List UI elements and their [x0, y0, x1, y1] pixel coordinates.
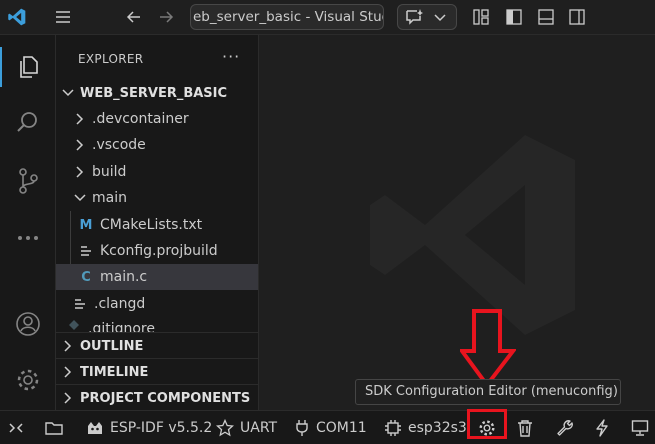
tree-item-gitignore[interactable]: .gitignore — [56, 317, 258, 333]
esp-idf-version-label: ESP-IDF v5.5.2 — [110, 419, 213, 436]
title-bar: eb_server_basic - Visual Studio — [0, 0, 655, 35]
c-file-icon: C — [81, 269, 91, 285]
chevron-right-icon — [60, 338, 76, 354]
more-icon[interactable] — [13, 223, 43, 253]
section-timeline[interactable]: TIMELINE — [56, 359, 258, 385]
chat-button[interactable] — [397, 4, 457, 30]
lightning-icon — [594, 418, 616, 437]
text-file-icon — [78, 243, 94, 259]
command-center-title[interactable]: eb_server_basic - Visual Studio — [190, 4, 384, 30]
search-icon[interactable] — [13, 107, 43, 137]
chevron-right-icon — [72, 111, 88, 127]
tree-item-label: CMakeLists.txt — [100, 217, 203, 233]
tree-item-vscode[interactable]: .vscode — [56, 132, 258, 158]
chevron-down-icon — [434, 12, 446, 22]
manage-gear-icon[interactable] — [13, 365, 43, 395]
monitor-button[interactable] — [631, 411, 655, 444]
tree-item-label: .gitignore — [88, 321, 155, 333]
status-bar: ESP-IDF v5.5.2 UART COM11 esp32s3 — [0, 410, 655, 444]
tree-item-label: Kconfig.projbuild — [100, 243, 218, 259]
toggle-panel-icon[interactable] — [535, 6, 557, 28]
flash-button[interactable] — [594, 411, 616, 444]
section-project-components[interactable]: PROJECT COMPONENTS — [56, 385, 258, 410]
trash-icon — [516, 419, 540, 437]
chevron-right-icon — [60, 364, 76, 380]
workspace-root[interactable]: WEB_SERVER_BASIC — [56, 80, 258, 106]
toggle-primary-sidebar-icon[interactable] — [503, 6, 525, 28]
star-icon — [216, 418, 240, 437]
chevron-right-icon — [60, 390, 76, 406]
chevron-right-icon — [72, 164, 88, 180]
workspace-root-label: WEB_SERVER_BASIC — [80, 85, 228, 101]
tree-item-label: main — [92, 190, 127, 206]
tree-item-clangd[interactable]: .clangd — [56, 291, 258, 317]
tree-item-main-folder[interactable]: main — [56, 185, 258, 211]
tree-item-kconfig[interactable]: Kconfig.projbuild — [56, 238, 258, 264]
full-clean-button[interactable] — [516, 411, 540, 444]
monitor-icon — [631, 419, 655, 437]
active-indicator — [0, 47, 2, 87]
tree-item-label: .vscode — [92, 137, 146, 153]
more-actions-icon[interactable]: ··· — [222, 47, 240, 66]
chevron-down-icon — [72, 190, 88, 206]
wrench-icon — [556, 419, 580, 437]
cmake-file-icon: M — [79, 217, 93, 233]
plug-icon — [294, 419, 316, 437]
serial-port-button[interactable]: COM11 — [294, 411, 367, 444]
chip-icon — [384, 419, 408, 437]
build-button[interactable] — [556, 411, 580, 444]
chevron-right-icon — [72, 137, 88, 153]
copilot-chat-icon — [404, 8, 424, 26]
toggle-secondary-sidebar-icon[interactable] — [566, 6, 588, 28]
red-arrow-annotation-icon — [460, 308, 516, 388]
explorer-title: EXPLORER — [78, 52, 144, 66]
red-highlight-box — [467, 409, 507, 439]
tree-item-label: main.c — [100, 269, 148, 285]
espressif-icon — [86, 420, 110, 436]
vscode-logo-icon — [6, 6, 28, 28]
editor-area[interactable] — [259, 35, 655, 410]
source-control-icon[interactable] — [13, 166, 43, 196]
flash-method-button[interactable]: UART — [216, 411, 277, 444]
tree-item-label: .devcontainer — [92, 111, 189, 127]
section-label: TIMELINE — [80, 364, 149, 380]
hamburger-menu-icon[interactable] — [52, 6, 74, 28]
arrow-right-icon[interactable] — [155, 6, 177, 28]
section-label: OUTLINE — [80, 338, 144, 354]
customize-layout-icon[interactable] — [470, 6, 492, 28]
tree-item-devcontainer[interactable]: .devcontainer — [56, 106, 258, 132]
folder-icon — [45, 420, 69, 436]
esp-idf-version-button[interactable]: ESP-IDF v5.5.2 — [86, 411, 212, 444]
remote-indicator-icon[interactable] — [8, 411, 30, 444]
tree-item-build[interactable]: build — [56, 159, 258, 185]
section-outline[interactable]: OUTLINE — [56, 333, 258, 359]
serial-port-label: COM11 — [316, 419, 367, 436]
target-chip-label: esp32s3 — [408, 419, 467, 436]
flash-method-label: UART — [240, 419, 278, 436]
tree-item-label: build — [92, 164, 127, 180]
activity-bar — [0, 35, 56, 410]
tree-item-label: .clangd — [94, 296, 146, 312]
open-folder-button[interactable] — [45, 411, 69, 444]
explorer-sidebar: EXPLORER ··· WEB_SERVER_BASIC .devcontai… — [56, 35, 259, 410]
explorer-icon[interactable] — [13, 52, 43, 82]
tooltip: SDK Configuration Editor (menuconfig) — [355, 379, 621, 405]
target-chip-button[interactable]: esp32s3 — [384, 411, 467, 444]
tree-item-main-c[interactable]: C main.c — [56, 264, 258, 290]
git-file-icon — [66, 317, 82, 333]
section-label: PROJECT COMPONENTS — [80, 390, 251, 406]
tree-item-cmakelists[interactable]: M CMakeLists.txt — [56, 212, 258, 238]
accounts-icon[interactable] — [13, 309, 43, 339]
text-file-icon — [72, 296, 88, 312]
chevron-down-icon — [60, 85, 76, 101]
arrow-left-icon[interactable] — [123, 6, 145, 28]
